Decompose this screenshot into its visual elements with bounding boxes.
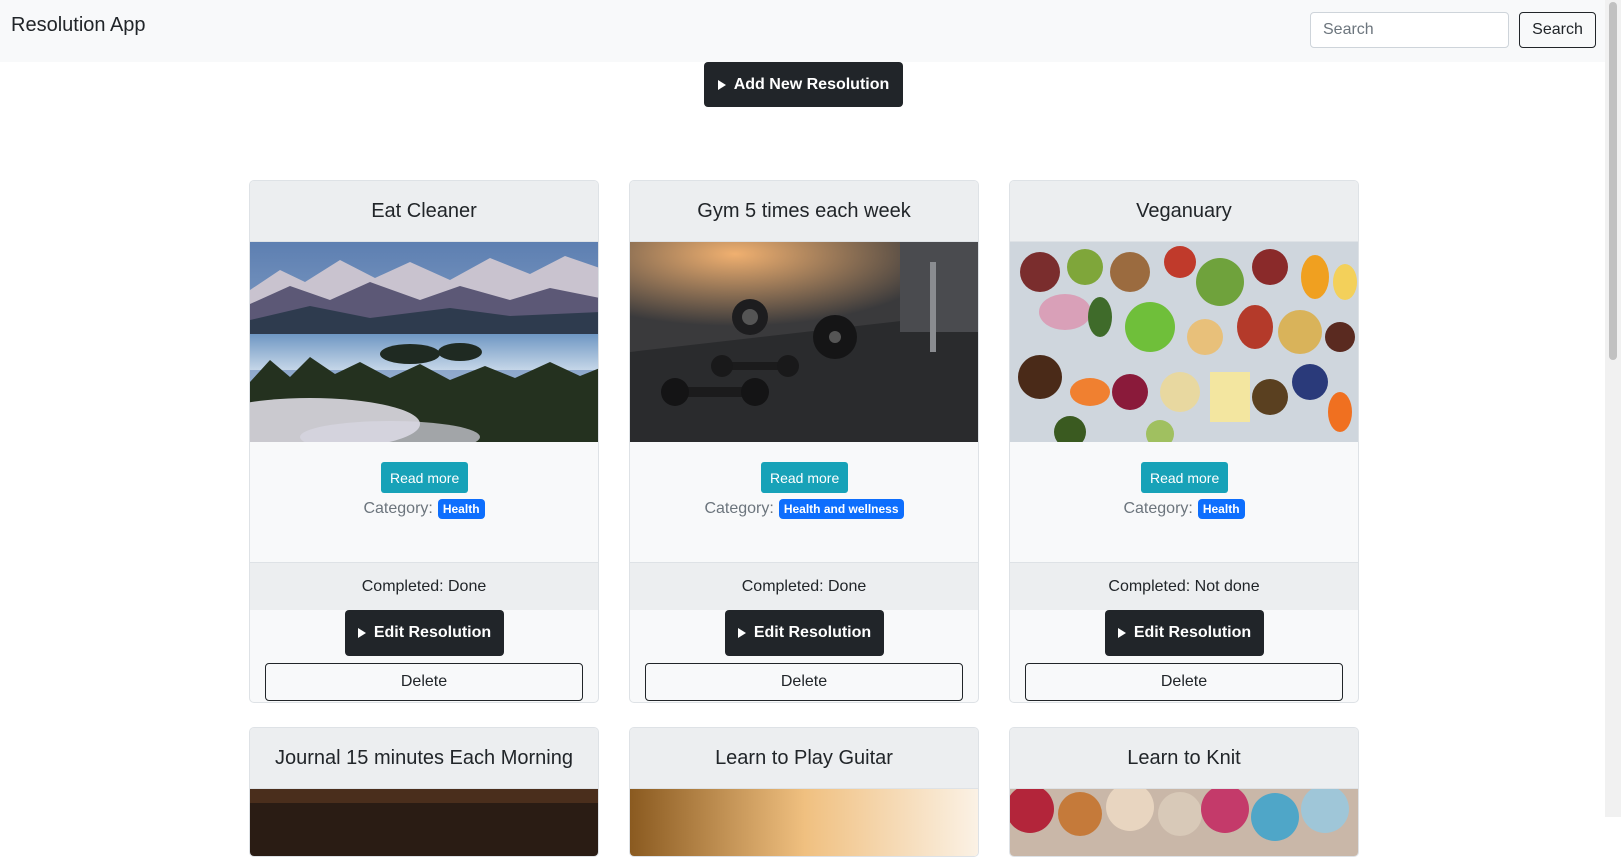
edit-resolution-button[interactable]: Edit Resolution	[345, 610, 504, 656]
category-badge: Health	[1197, 499, 1245, 519]
card-title: Gym 5 times each week	[630, 181, 978, 242]
disclosure-triangle-icon	[737, 628, 746, 638]
card-image	[250, 789, 598, 856]
navbar: Resolution App Search	[0, 0, 1605, 62]
delete-button[interactable]: Delete	[1025, 663, 1343, 701]
edit-resolution-button[interactable]: Edit Resolution	[725, 610, 884, 656]
category-badge: Health	[437, 499, 485, 519]
delete-button[interactable]: Delete	[265, 663, 583, 701]
card-image	[630, 242, 978, 442]
category-label: Category:	[1123, 500, 1193, 517]
read-more-button[interactable]: Read more	[761, 462, 849, 493]
card-image	[250, 242, 598, 442]
disclosure-triangle-icon	[717, 79, 726, 90]
category-line: Category: Health and wellness	[630, 494, 978, 524]
delete-button[interactable]: Delete	[645, 663, 963, 701]
read-more-button[interactable]: Read more	[1141, 462, 1229, 493]
read-more-button[interactable]: Read more	[381, 462, 469, 493]
card-title: Eat Cleaner	[250, 181, 598, 242]
disclosure-triangle-icon	[1117, 628, 1126, 638]
add-resolution-button[interactable]: Add New Resolution	[704, 62, 903, 107]
category-line: Category: Health	[1010, 494, 1358, 524]
completed-status: Completed: Done	[250, 562, 598, 610]
search-button[interactable]: Search	[1519, 12, 1596, 48]
disclosure-triangle-icon	[357, 628, 366, 638]
category-label: Category:	[363, 500, 433, 517]
edit-resolution-label: Edit Resolution	[373, 624, 492, 641]
resolution-card: Eat Cleaner Read more Category: Health C…	[249, 180, 599, 703]
card-title: Veganuary	[1010, 181, 1358, 242]
category-label: Category:	[704, 500, 774, 517]
resolution-card: Journal 15 minutes Each Morning	[249, 727, 599, 857]
edit-resolution-label: Edit Resolution	[1133, 624, 1252, 641]
resolution-card: Gym 5 times each week Read more Category…	[629, 180, 979, 703]
card-title: Journal 15 minutes Each Morning	[250, 728, 598, 789]
card-image	[1010, 242, 1358, 442]
card-title: Learn to Play Guitar	[630, 728, 978, 789]
card-image	[1010, 789, 1358, 856]
completed-status: Completed: Not done	[1010, 562, 1358, 610]
scrollbar-thumb[interactable]	[1609, 2, 1617, 360]
resolution-card: Veganuary Read more Category: Health Com…	[1009, 180, 1359, 703]
category-badge: Health and wellness	[778, 499, 904, 519]
card-title: Learn to Knit	[1010, 728, 1358, 789]
category-line: Category: Health	[250, 494, 598, 524]
edit-resolution-button[interactable]: Edit Resolution	[1105, 610, 1264, 656]
search-input[interactable]	[1310, 12, 1509, 48]
app-brand[interactable]: Resolution App	[11, 14, 146, 37]
edit-resolution-label: Edit Resolution	[753, 624, 872, 641]
card-image	[630, 789, 978, 856]
resolution-card: Learn to Play Guitar	[629, 727, 979, 857]
resolution-card: Learn to Knit	[1009, 727, 1359, 857]
completed-status: Completed: Done	[630, 562, 978, 610]
add-resolution-label: Add New Resolution	[733, 75, 890, 93]
